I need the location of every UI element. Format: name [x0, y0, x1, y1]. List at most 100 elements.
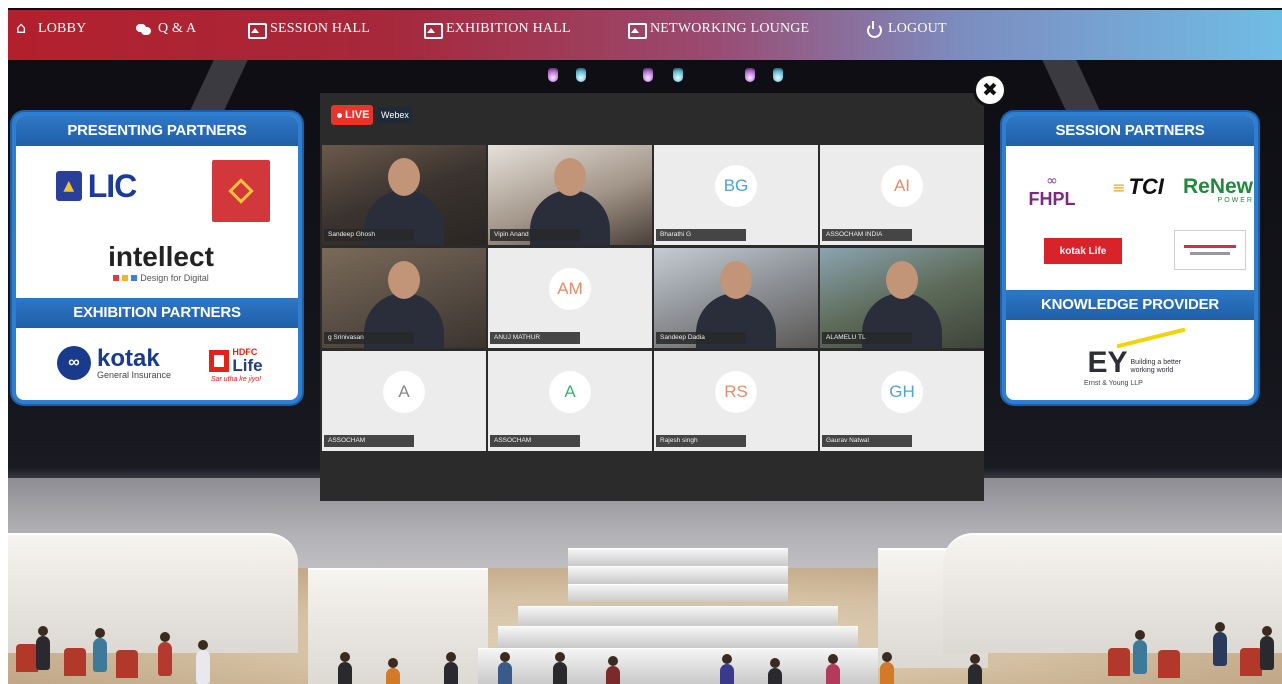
audience-member — [553, 652, 567, 684]
participant-tile[interactable]: ALAMELU TL — [820, 248, 984, 348]
participant-tile[interactable]: BG Bharathi G — [654, 145, 818, 245]
participant-name: ASSOCHAM — [324, 435, 414, 447]
nav-session-hall-label: SESSION HALL — [270, 21, 371, 36]
participant-tile[interactable]: A ASSOCHAM — [488, 351, 652, 451]
participant-name: Rajesh singh — [656, 435, 746, 447]
audience-seat — [64, 648, 86, 676]
ey-beam-icon — [1116, 327, 1186, 348]
nav-lobby[interactable]: LOBBY — [16, 18, 87, 37]
session-partners-heading: SESSION PARTNERS — [1006, 116, 1254, 146]
nav-lobby-label: LOBBY — [38, 21, 87, 36]
audience-member — [768, 658, 782, 684]
audience-member — [826, 654, 840, 684]
participant-tile[interactable]: A ASSOCHAM — [322, 351, 486, 451]
kotak-life-logo[interactable]: kotak Life — [1044, 238, 1122, 264]
participant-name: ANUJ MATHUR — [490, 332, 580, 344]
home-icon — [16, 18, 32, 37]
audience-member — [36, 626, 50, 670]
intellect-logo-text: intellect — [108, 241, 214, 272]
participant-tile[interactable]: Sandeep Ghosh — [322, 145, 486, 245]
kotak-life-logo-text: kotak Life — [1059, 245, 1107, 257]
bank-logo[interactable] — [212, 160, 270, 222]
participant-tile[interactable]: RS Rajesh singh — [654, 351, 818, 451]
fhpl-logo[interactable]: ∞ FHPL — [1014, 168, 1090, 214]
live-dot-icon — [337, 112, 342, 118]
stage-light — [643, 68, 653, 82]
participant-name: Gaurav Natwal — [822, 435, 912, 447]
participant-name: g Srinivasan — [324, 332, 414, 344]
top-navigation-bar: LOBBY Q & A SESSION HALL EXHIBITION HALL… — [8, 10, 1282, 60]
tci-arrow-icon: ≡ — [1112, 177, 1126, 197]
stage-light — [745, 68, 755, 82]
participant-name: Sandeep Dadia — [656, 332, 746, 344]
stage-wall-right — [943, 533, 1282, 653]
audience-member — [880, 652, 894, 684]
close-video-button[interactable]: ✖ — [973, 73, 1007, 107]
lic-logo-text: LIC — [87, 167, 138, 204]
nav-qa[interactable]: Q & A — [136, 21, 196, 37]
image-icon — [424, 22, 443, 39]
chat-icon — [136, 22, 152, 36]
participant-avatar: A — [549, 371, 591, 413]
kotak-emblem-icon: ∞ — [56, 346, 91, 380]
hdfc-tagline: Sar utha ke jiyo! — [210, 375, 262, 383]
ey-logo[interactable]: EY Building a better working world Ernst… — [1066, 327, 1206, 394]
tci-logo-text: TCI — [1128, 174, 1164, 199]
ey-subtitle: Ernst & Young LLP — [1084, 379, 1143, 387]
participant-tile[interactable]: Sandeep Dadia — [654, 248, 818, 348]
audience-member — [196, 640, 210, 684]
nav-logout[interactable]: LOGOUT — [866, 21, 947, 38]
stage-wall-left — [8, 533, 298, 653]
live-label: LIVE — [345, 109, 370, 121]
audience-member — [1213, 622, 1227, 666]
nav-logout-label: LOGOUT — [888, 21, 947, 36]
participant-name: Sandeep Ghosh — [324, 229, 414, 241]
tci-logo[interactable]: ≡ TCI — [1102, 172, 1174, 202]
participant-name: ALAMELU TL — [822, 332, 912, 344]
hdfc-bottom-text: Life — [232, 355, 263, 375]
stage-light — [773, 68, 783, 82]
participant-tile[interactable]: g Srinivasan — [322, 248, 486, 348]
image-icon — [628, 22, 647, 39]
participant-avatar: RS — [715, 371, 757, 413]
exhibition-partners-heading: EXHIBITION PARTNERS — [16, 298, 298, 328]
sponsor-logo[interactable] — [1174, 230, 1246, 270]
live-session-video-player[interactable]: LIVE Webex Sandeep Ghosh Vipin Anand BG Bha… — [320, 93, 984, 501]
participant-tile[interactable]: AM ANUJ MATHUR — [488, 248, 652, 348]
webex-source-label: Webex — [378, 107, 412, 123]
participant-name: Vipin Anand — [490, 229, 580, 241]
audience-member — [338, 652, 352, 684]
intellect-logo[interactable]: intellect Design for Digital — [76, 234, 246, 290]
kotak-logo-text: kotak — [96, 344, 160, 372]
participant-avatar: A — [383, 371, 425, 413]
audience-member — [606, 656, 620, 684]
participant-tile[interactable]: Vipin Anand — [488, 145, 652, 245]
live-badge: LIVE — [331, 105, 374, 125]
hdfc-square-icon — [209, 349, 230, 372]
renew-power-logo[interactable]: ReNew POWER — [1182, 170, 1254, 210]
participant-tile[interactable]: GH Gaurav Natwal — [820, 351, 984, 451]
audience-member — [386, 658, 400, 684]
audience-member — [1133, 630, 1147, 674]
hdfc-life-logo[interactable]: HDFC Life Sar utha ke jiyo! — [196, 338, 276, 392]
nav-exhibition-hall[interactable]: EXHIBITION HALL — [424, 21, 571, 39]
audience-seat — [116, 650, 138, 678]
fhpl-infinity-icon: ∞ — [1046, 172, 1058, 189]
nav-networking-lounge[interactable]: NETWORKING LOUNGE — [628, 21, 810, 39]
presenting-partners-heading: PRESENTING PARTNERS — [16, 116, 298, 146]
nav-networking-lounge-label: NETWORKING LOUNGE — [650, 21, 810, 36]
kotak-general-insurance-logo[interactable]: ∞ kotak General Insurance — [44, 338, 184, 388]
participant-avatar: GH — [881, 371, 923, 413]
nav-exhibition-hall-label: EXHIBITION HALL — [446, 21, 571, 36]
close-icon: ✖ — [982, 79, 998, 101]
audience-seat — [1158, 650, 1180, 678]
kotak-subtitle: General Insurance — [96, 369, 172, 380]
audience-member — [158, 632, 172, 676]
bank-emblem-icon — [228, 178, 254, 204]
audience-member — [968, 654, 982, 684]
stage-light — [673, 68, 683, 82]
nav-session-hall[interactable]: SESSION HALL — [248, 21, 371, 39]
participant-tile[interactable]: AI ASSOCHAM INDIA — [820, 145, 984, 245]
lic-logo[interactable]: ▲ LIC — [44, 160, 148, 212]
participant-name: ASSOCHAM — [490, 435, 580, 447]
